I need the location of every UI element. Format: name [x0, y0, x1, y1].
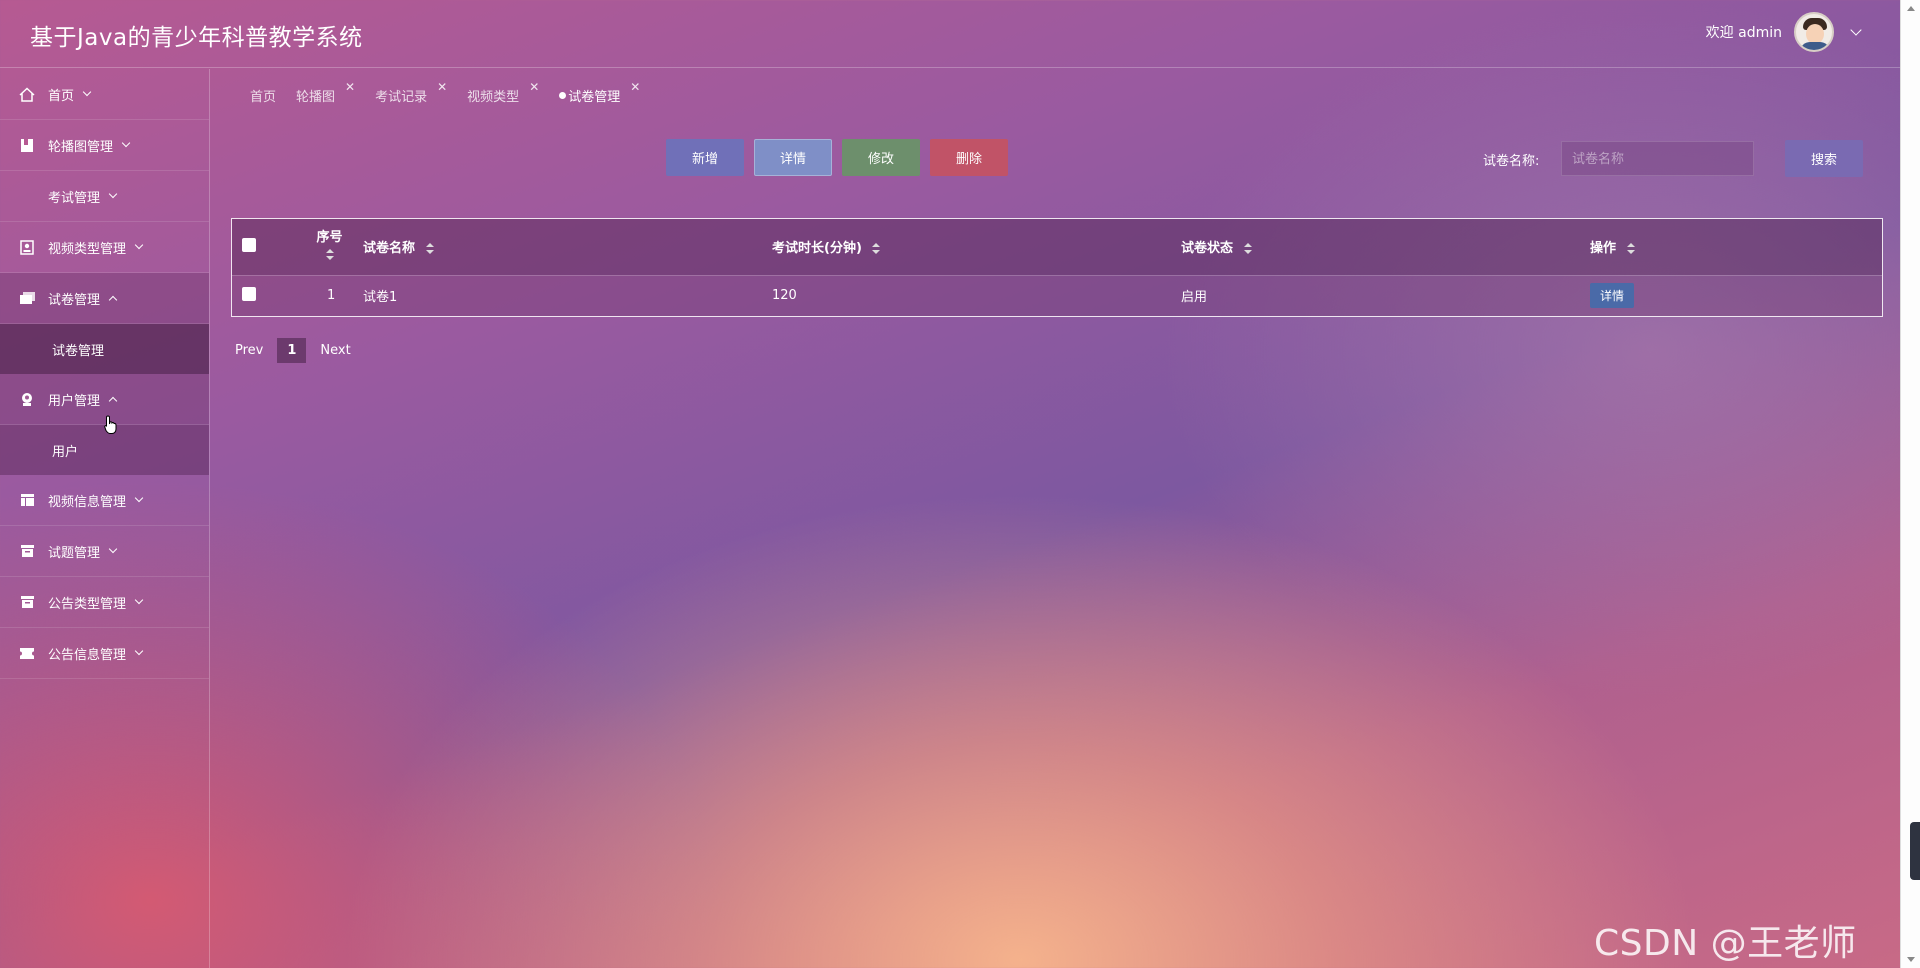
sidebar-item-label: 公告信息管理 [48, 647, 127, 663]
chevron-down-icon[interactable] [1850, 24, 1862, 36]
bookmark-icon [18, 137, 36, 153]
tab-paper-manage[interactable]: 试卷管理 ✕ [559, 80, 640, 105]
close-icon[interactable]: ✕ [529, 80, 539, 94]
submenu-paper: 试卷管理 [0, 324, 209, 374]
watermark: CSDN @王老师621 [1594, 923, 1857, 968]
image-icon [18, 239, 36, 255]
sidebar-item-video-info[interactable]: 视频信息管理 [0, 475, 209, 526]
sidebar-item-carousel[interactable]: 轮播图管理 [0, 120, 209, 171]
edit-button[interactable]: 修改 [842, 139, 920, 176]
breadcrumb-tabs: 首页 轮播图 ✕ 考试记录 ✕ 视频类型 ✕ 试卷管理 ✕ [250, 80, 640, 105]
row-checkbox[interactable] [242, 286, 256, 301]
tab-carousel[interactable]: 轮播图 ✕ [296, 80, 355, 105]
search-button[interactable]: 搜索 [1785, 140, 1863, 177]
sort-icon[interactable] [425, 242, 434, 255]
chevron-down-icon [82, 87, 92, 97]
scroll-up-arrow-icon[interactable] [1907, 6, 1915, 11]
next-page-button[interactable]: Next [320, 343, 350, 358]
sidebar-item-home[interactable]: 首页 [0, 69, 209, 120]
side-widget[interactable] [1910, 822, 1920, 880]
sidebar-item-label: 轮播图管理 [48, 139, 114, 155]
column-header-name: 试卷名称 [363, 241, 416, 257]
user-menu[interactable]: 欢迎 admin [1705, 12, 1862, 52]
search-input[interactable] [1561, 141, 1754, 176]
hand-cursor-icon [104, 415, 117, 434]
sidebar-item-exam[interactable]: 考试管理 [0, 171, 209, 222]
sort-icon[interactable] [872, 242, 881, 255]
sidebar-item-notice-info[interactable]: 公告信息管理 [0, 628, 209, 679]
close-icon[interactable]: ✕ [630, 80, 640, 94]
column-header-index: 序号 [316, 229, 343, 245]
row-detail-button[interactable]: 详情 [1590, 283, 1635, 309]
sort-icon[interactable] [1243, 242, 1252, 255]
tab-home[interactable]: 首页 [250, 86, 276, 105]
table-header-row: 序号 试卷名称 考试时长(分钟) 试卷状态 操作 [232, 219, 1882, 275]
chevron-down-icon [108, 189, 118, 199]
tab-exam-record[interactable]: 考试记录 ✕ [375, 80, 447, 105]
prev-page-button[interactable]: Prev [235, 343, 263, 358]
chevron-up-icon [108, 295, 118, 304]
delete-button[interactable]: 删除 [930, 139, 1008, 176]
sidebar-item-label: 试卷管理 [48, 292, 101, 308]
search-label: 试卷名称: [1483, 154, 1540, 169]
sidebar-item-label: 试题管理 [48, 545, 101, 561]
cell-status: 启用 [1181, 290, 1208, 306]
tab-video-type[interactable]: 视频类型 ✕ [467, 80, 539, 105]
chevron-down-icon [134, 595, 144, 605]
column-header-status: 试卷状态 [1181, 241, 1234, 257]
chevron-down-icon [108, 544, 118, 554]
chevron-down-icon [134, 646, 144, 656]
sidebar-item-question[interactable]: 试题管理 [0, 526, 209, 577]
chevron-down-icon [121, 138, 131, 148]
layout-icon [18, 492, 36, 508]
sidebar: 首页 轮播图管理 考试管理 视频类型管理 试卷管理 试卷管理 用户管理 用户 视… [0, 69, 210, 968]
sidebar-item-video-type[interactable]: 视频类型管理 [0, 222, 209, 273]
close-icon[interactable]: ✕ [437, 80, 447, 94]
sidebar-item-notice-type[interactable]: 公告类型管理 [0, 577, 209, 628]
sidebar-item-label: 考试管理 [48, 190, 101, 206]
paper-table: 序号 试卷名称 考试时长(分钟) 试卷状态 操作 1 试卷1 120 启用 详情 [231, 218, 1883, 317]
app-title: 基于Java的青少年科普教学系统 [30, 25, 363, 51]
detail-button[interactable]: 详情 [754, 139, 832, 176]
welcome-text: 欢迎 admin [1705, 25, 1782, 41]
chevron-down-icon [134, 240, 144, 250]
ticket-icon [18, 645, 36, 661]
table-row[interactable]: 1 试卷1 120 启用 详情 [232, 275, 1882, 316]
sidebar-item-label: 视频类型管理 [48, 241, 127, 257]
folder-stack-icon [18, 290, 36, 306]
sidebar-item-label: 首页 [48, 88, 75, 104]
page-number-button[interactable]: 1 [277, 338, 307, 363]
user-icon [18, 391, 36, 407]
add-button[interactable]: 新增 [666, 139, 744, 176]
action-toolbar: 新增 详情 修改 删除 [666, 139, 1008, 176]
avatar[interactable] [1794, 12, 1834, 52]
pagination: Prev 1 Next [235, 338, 351, 363]
chevron-down-icon [134, 493, 144, 503]
cell-index: 1 [327, 288, 336, 304]
home-icon [18, 86, 36, 102]
chevron-up-icon [108, 396, 118, 405]
close-icon[interactable]: ✕ [345, 80, 355, 94]
select-all-checkbox[interactable] [242, 237, 256, 252]
sidebar-item-label: 用户管理 [48, 393, 101, 409]
sort-icon[interactable] [325, 249, 334, 261]
column-header-duration: 考试时长(分钟) [772, 241, 862, 257]
archive-icon [18, 543, 36, 559]
cell-name: 试卷1 [363, 290, 398, 306]
cell-duration: 120 [772, 288, 797, 304]
top-bar: 基于Java的青少年科普教学系统 欢迎 admin [0, 0, 1900, 68]
column-header-action: 操作 [1590, 241, 1617, 257]
archive-icon [18, 594, 36, 610]
sidebar-item-label: 视频信息管理 [48, 494, 127, 510]
sidebar-subitem-paper[interactable]: 试卷管理 [0, 324, 209, 374]
sort-icon[interactable] [1626, 242, 1635, 255]
sidebar-item-paper[interactable]: 试卷管理 [0, 273, 209, 324]
sidebar-item-label: 公告类型管理 [48, 596, 127, 612]
active-dot-icon [559, 92, 567, 99]
